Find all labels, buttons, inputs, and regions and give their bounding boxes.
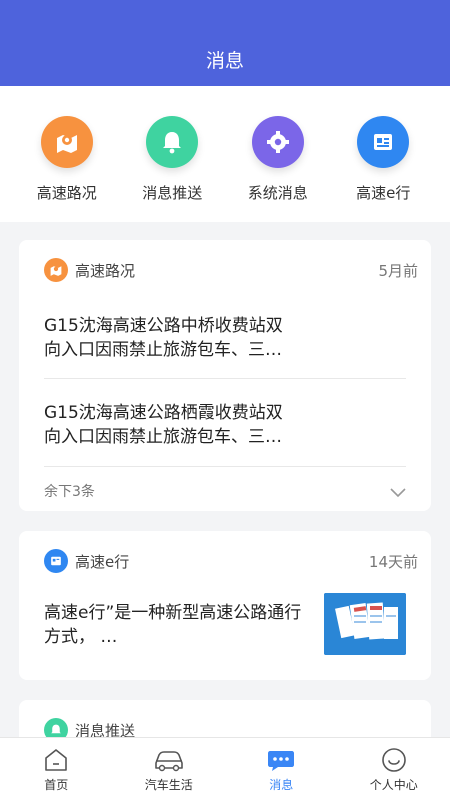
tab-home[interactable]: 首页 <box>0 738 113 800</box>
id-card-icon <box>357 116 410 168</box>
news-text: G15沈海高速公路栖霞收费站双向入口因雨禁止旅游包车、三… <box>44 403 283 447</box>
news-text: G15沈海高速公路中桥收费站双向入口因雨禁止旅游包车、三… <box>44 316 283 360</box>
news-item[interactable]: G15沈海高速公路中桥收费站双向入口因雨禁止旅游包车、三… <box>44 300 406 379</box>
smile-icon <box>338 746 450 774</box>
category-label: 消息推送 <box>142 184 203 202</box>
map-pin-icon <box>40 116 93 168</box>
tab-label: 个人中心 <box>369 778 418 792</box>
category-label: 系统消息 <box>247 184 308 202</box>
tab-car-life[interactable]: 汽车生活 <box>113 738 226 800</box>
chevron-down-icon <box>390 483 406 502</box>
category-system[interactable]: 系统消息 <box>228 86 328 222</box>
category-label: 高速路况 <box>36 184 97 202</box>
header-bar: 消息 <box>0 0 450 86</box>
news-item[interactable]: G15沈海高速公路栖霞收费站双向入口因雨禁止旅游包车、三… <box>44 379 406 467</box>
tab-label: 消息 <box>269 778 294 792</box>
card-time: 5月前 <box>378 262 418 280</box>
app-screens-image <box>324 593 406 655</box>
bell-icon <box>146 116 199 168</box>
expand-more-row[interactable]: 余下3条 <box>44 467 406 512</box>
id-card-icon <box>44 549 68 573</box>
category-row: 高速路况 消息推送 系统消息 高速e行 <box>0 86 450 222</box>
gear-icon <box>251 116 304 168</box>
bottom-tab-bar: 首页 汽车生活 消息 个人中心 <box>0 737 450 800</box>
category-traffic[interactable]: 高速路况 <box>17 86 117 222</box>
news-text: 高速e行”是一种新型高速公路通行方式， … <box>44 603 302 647</box>
tab-profile[interactable]: 个人中心 <box>338 738 450 800</box>
card-header: 高速路况 5月前 <box>19 240 431 300</box>
more-count: 余下3条 <box>44 484 95 500</box>
ehang-card[interactable]: 高速e行 14天前 高速e行”是一种新型高速公路通行方式， … <box>19 531 431 680</box>
tab-label: 汽车生活 <box>144 778 193 792</box>
category-label: 高速e行 <box>356 184 411 202</box>
card-title: 高速路况 <box>75 262 136 280</box>
page-title: 消息 <box>205 50 244 72</box>
traffic-card: 高速路况 5月前 G15沈海高速公路中桥收费站双向入口因雨禁止旅游包车、三… G… <box>19 240 431 511</box>
category-ehang[interactable]: 高速e行 <box>333 86 433 222</box>
card-time: 14天前 <box>368 553 418 571</box>
card-title: 高速e行 <box>75 553 130 571</box>
map-pin-icon <box>44 258 68 282</box>
category-push[interactable]: 消息推送 <box>122 86 222 222</box>
message-icon <box>225 746 338 774</box>
car-icon <box>113 746 226 774</box>
tab-messages[interactable]: 消息 <box>225 738 338 800</box>
tab-label: 首页 <box>44 778 69 792</box>
card-header: 高速e行 14天前 <box>19 531 431 591</box>
home-icon <box>0 746 113 774</box>
